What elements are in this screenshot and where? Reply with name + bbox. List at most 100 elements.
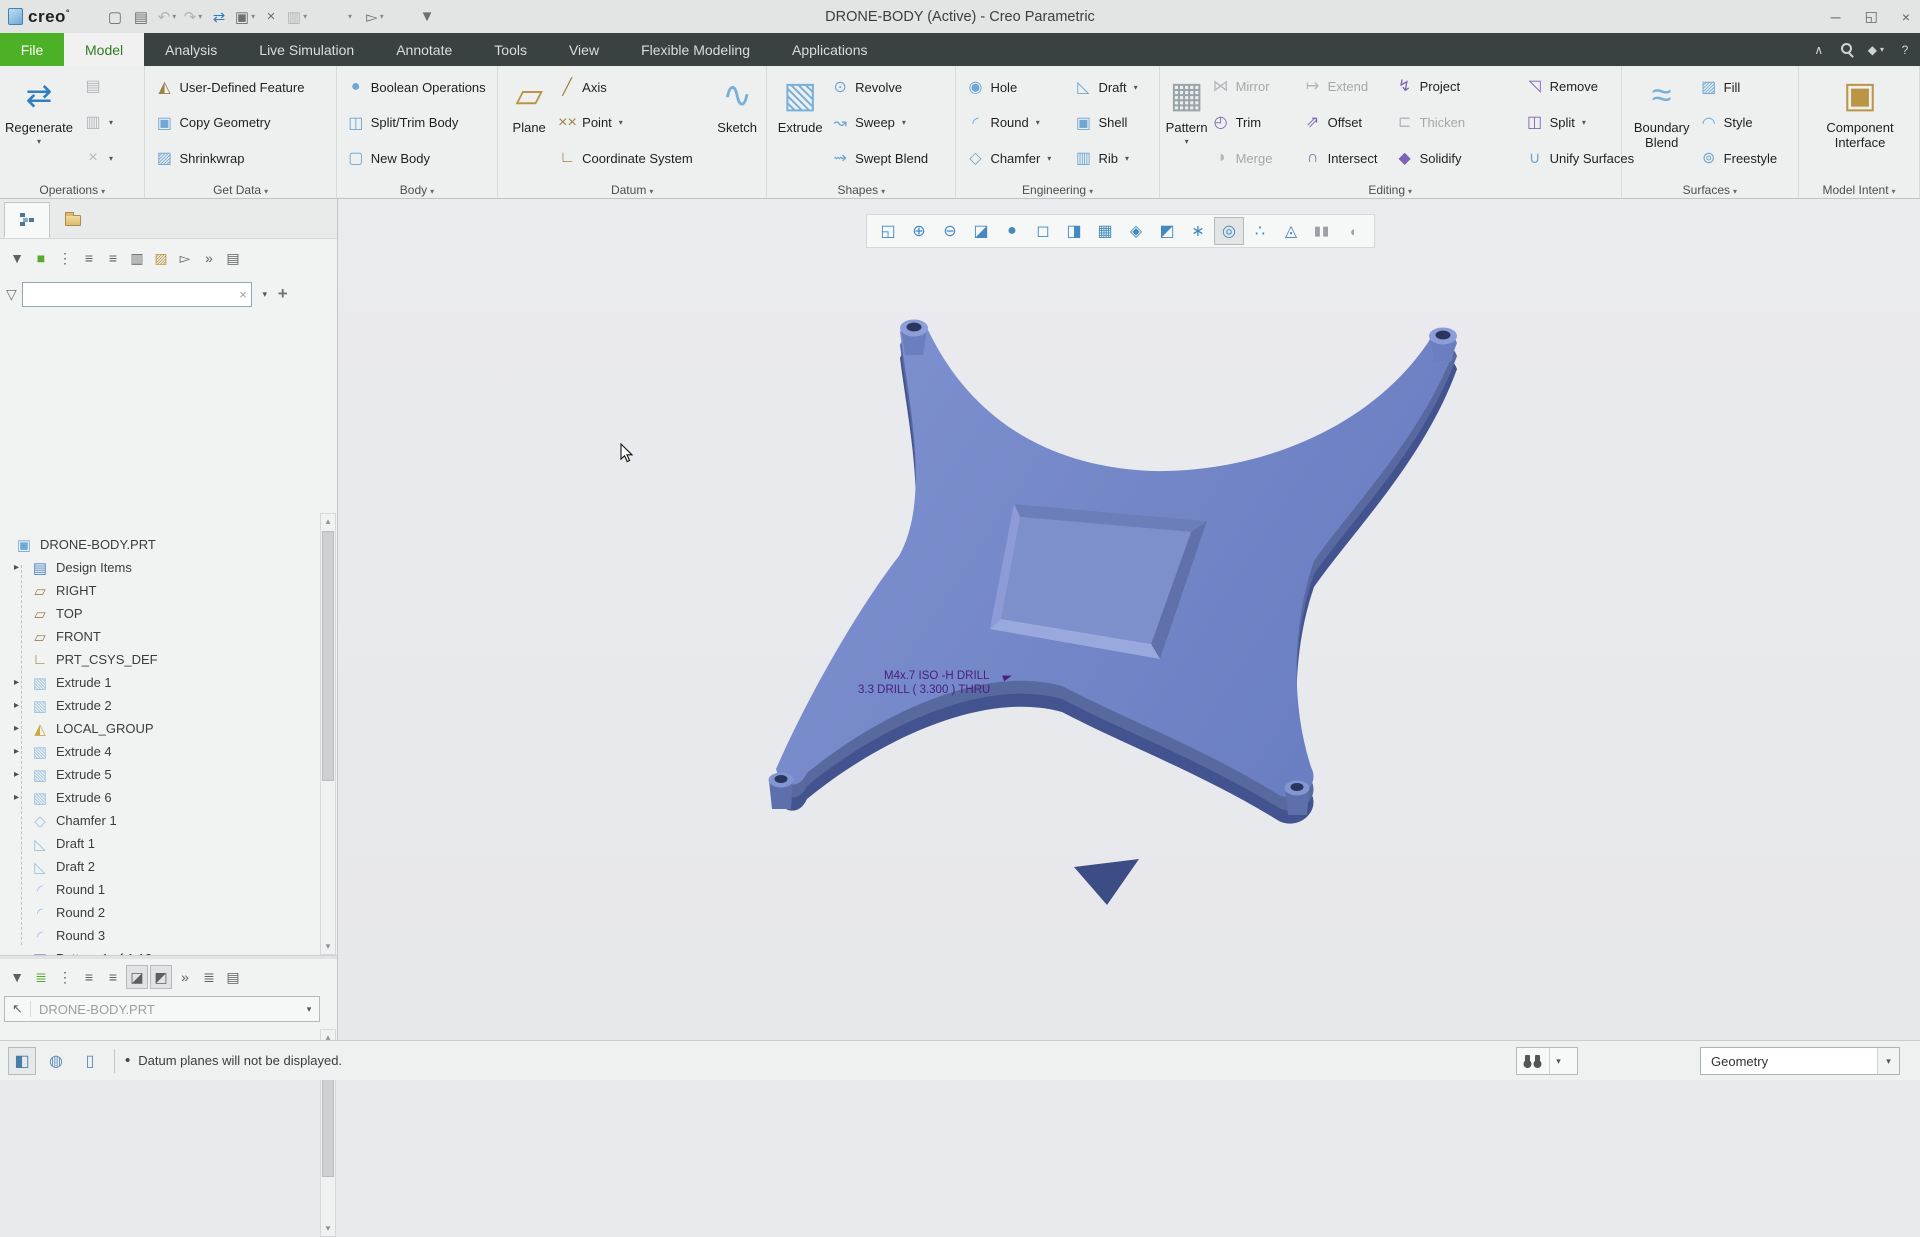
expand-icon[interactable]: ▸ — [14, 723, 19, 734]
pattern-button[interactable]: ▦ Pattern ▾ — [1166, 69, 1208, 177]
hole-note-annotation[interactable]: M4x.7 ISO -H DRILL 3.3 DRILL ( 3.300 ) T… — [858, 670, 1014, 697]
perspective-icon[interactable]: ◬ — [1276, 217, 1306, 245]
ribbon-button[interactable]: ⊙ Revolve — [827, 70, 932, 104]
search-icon[interactable] — [1840, 40, 1854, 60]
undo-icon[interactable]: ↶ ▾ — [155, 4, 179, 30]
tab-file[interactable]: File — [0, 33, 64, 66]
tab-model-tree[interactable] — [4, 202, 50, 238]
tree-item[interactable]: ▸ ▤ Design Items — [14, 556, 320, 579]
extrude-button[interactable]: ▧ Extrude — [773, 69, 827, 177]
tree-scrollbar[interactable]: ▴ ▾ — [320, 513, 336, 955]
ribbon-button[interactable]: ◜ Round ▾ — [962, 106, 1070, 140]
section-icon[interactable]: ◩ — [1152, 217, 1182, 245]
ribbon-small-button[interactable]: × ▾ — [82, 141, 115, 175]
close-button[interactable]: × — [1902, 9, 1910, 25]
customize-qat-icon[interactable]: ▼ — [415, 4, 439, 30]
capture-icon[interactable]: ▦ — [1090, 217, 1120, 245]
tree-dropdown-icon[interactable]: ▼ — [6, 246, 28, 270]
tree-item[interactable]: ▸ ▧ Extrude 2 — [14, 694, 320, 717]
ribbon-button[interactable]: ↝ Sweep ▾ — [827, 106, 932, 140]
find-dropdown-arrow[interactable]: ▾ — [1549, 1048, 1567, 1074]
tree-item[interactable]: ▣ DRONE-BODY.PRT — [14, 533, 320, 556]
tree-item[interactable]: ▸ ▧ Extrude 5 — [14, 763, 320, 786]
layers-stack-icon[interactable]: ≣ — [30, 965, 52, 989]
appearances-icon[interactable]: ∴ — [1245, 217, 1275, 245]
shading-style-icon[interactable]: ● — [997, 217, 1027, 245]
dots-icon[interactable]: ⋮ — [54, 246, 76, 270]
more-tools-icon[interactable]: » — [198, 246, 220, 270]
ribbon-tab[interactable]: View — [548, 33, 620, 66]
tree-filter-icon[interactable]: ▻ — [174, 246, 196, 270]
ribbon-button[interactable]: ◫ Split ▾ — [1522, 105, 1590, 139]
ribbon-tab[interactable]: Tools — [473, 33, 548, 66]
dots-icon[interactable]: ⋮ — [54, 965, 76, 989]
expand-icon[interactable]: ▸ — [14, 562, 19, 573]
ribbon-button[interactable]: ◠ Style — [1696, 106, 1781, 140]
redo-icon[interactable]: ↷ ▾ — [181, 4, 205, 30]
save-icon[interactable]: ▤ — [129, 4, 153, 30]
ribbon-button[interactable]: ↦ Extend — [1300, 69, 1392, 103]
ribbon-button[interactable]: ◉ Hole — [962, 70, 1070, 104]
group-label-get-data[interactable]: Get Data ▾ — [145, 183, 335, 197]
expand-layers-icon[interactable]: ≡ — [102, 965, 124, 989]
layer-list-icon[interactable]: ≣ — [198, 965, 220, 989]
dropdown-arrow[interactable]: ▾ — [109, 118, 113, 127]
ribbon-button[interactable]: ▢ New Body — [343, 141, 490, 175]
dropdown-arrow[interactable]: ▾ — [1047, 154, 1051, 163]
tree-item[interactable]: ◇ Chamfer 1 — [14, 809, 320, 832]
layer-settings-icon[interactable]: ▤ — [222, 965, 244, 989]
show-hidden-toggle-icon[interactable]: ◪ — [126, 965, 148, 989]
nav-panel-toggle-icon[interactable]: ◧ — [8, 1046, 36, 1075]
tree-item[interactable]: ∟ PRT_CSYS_DEF — [14, 648, 320, 671]
regenerate-button[interactable]: ⇄ Regenerate ▾ — [5, 69, 73, 177]
expand-icon[interactable]: ▸ — [14, 792, 19, 803]
ribbon-button[interactable]: ◭ User-Defined Feature — [151, 70, 308, 104]
graphics-area[interactable]: ◱ ⊕ ⊖ ◪ ● ◻ ◨ ▦ ◈ ◩ ∗ ◎ ∴ ◬ ▮▮ ◖ M4x.7 I… — [339, 199, 1920, 1040]
tree-item[interactable]: ▸ ▦ Pattern 1 of A 12 — [14, 947, 320, 956]
saved-orientations-icon[interactable]: ◻ — [1028, 217, 1058, 245]
group-label-body[interactable]: Body ▾ — [337, 183, 497, 197]
ribbon-button[interactable]: ⊚ Freestyle — [1696, 141, 1781, 175]
ribbon-tab[interactable]: Live Simulation — [238, 33, 375, 66]
filter-funnel-icon[interactable]: ▽ — [6, 286, 17, 303]
pause-icon[interactable]: ▮▮ — [1307, 217, 1337, 245]
dropdown-arrow[interactable]: ▾ — [303, 12, 307, 21]
dropdown-arrow[interactable]: ▾ — [1185, 137, 1189, 146]
group-label-shapes[interactable]: Shapes ▾ — [767, 183, 955, 197]
tree-item[interactable]: ▸ ▧ Extrude 6 — [14, 786, 320, 809]
more-layer-tools-icon[interactable]: » — [174, 965, 196, 989]
ribbon-button[interactable]: ▣ Copy Geometry — [151, 106, 308, 140]
new-file-icon[interactable]: ▢ — [103, 4, 127, 30]
annotation-display-icon[interactable]: ◎ — [1214, 217, 1244, 245]
ribbon-button[interactable]: ∪ Unify Surfaces — [1522, 141, 1639, 175]
expand-icon[interactable]: ▸ — [14, 700, 19, 711]
restore-button[interactable]: ◱ — [1865, 8, 1878, 25]
model-notes-icon[interactable]: ▯ — [76, 1047, 104, 1075]
tree-item[interactable]: ▱ FRONT — [14, 625, 320, 648]
view-filter-icon[interactable]: ▻ ▾ — [363, 4, 387, 30]
layers-dropdown-icon[interactable]: ▼ — [6, 965, 28, 989]
filter-dropdown-arrow[interactable]: ▾ — [257, 289, 273, 300]
scroll-down-arrow[interactable]: ▾ — [321, 939, 335, 954]
regenerate-quick-icon[interactable]: ⇄ — [207, 4, 231, 30]
ribbon-button[interactable]: ◹ Remove — [1522, 69, 1602, 103]
group-label-engineering[interactable]: Engineering ▾ — [956, 183, 1158, 197]
dropdown-arrow[interactable]: ▾ — [1582, 118, 1586, 127]
dropdown-arrow[interactable]: ▾ — [172, 12, 176, 21]
zoom-region-icon[interactable]: ◱ — [873, 217, 903, 245]
window-arrange-icon[interactable]: ▣ ▾ — [233, 4, 257, 30]
ribbon-tab[interactable]: Flexible Modeling — [620, 33, 771, 66]
combo-dropdown-arrow[interactable]: ▾ — [299, 1004, 319, 1015]
ribbon-tab[interactable]: Applications — [771, 33, 889, 66]
tree-item[interactable]: ◜ Round 3 — [14, 924, 320, 947]
ribbon-button[interactable]: ∩ Intersect — [1300, 141, 1392, 175]
boundary-blend-button[interactable]: ≈ Boundary Blend — [1628, 69, 1696, 177]
dropdown-arrow[interactable]: ▾ — [1036, 118, 1040, 127]
dropdown-arrow[interactable]: ▾ — [198, 12, 202, 21]
ribbon-button[interactable]: ▨ Shrinkwrap — [151, 141, 308, 175]
ribbon-tab[interactable]: Analysis — [144, 33, 238, 66]
tree-item[interactable]: ◺ Draft 1 — [14, 832, 320, 855]
tree-item[interactable]: ◜ Round 2 — [14, 901, 320, 924]
find-tool[interactable]: ▾ — [1516, 1047, 1578, 1075]
tree-item[interactable]: ◺ Draft 2 — [14, 855, 320, 878]
